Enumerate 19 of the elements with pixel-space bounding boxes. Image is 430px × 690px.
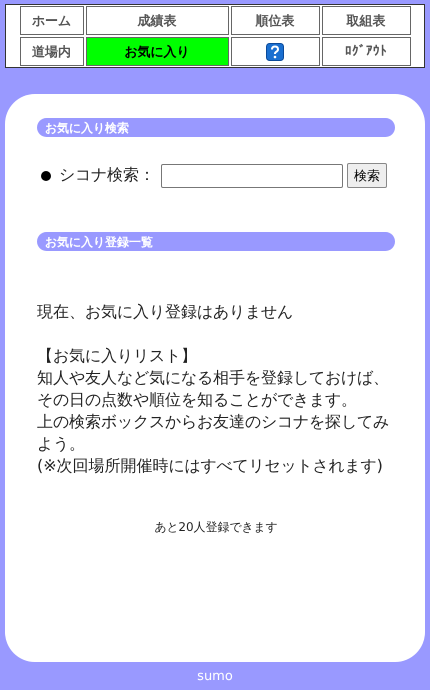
nav-tab[interactable]: 取組表	[322, 6, 410, 35]
search-field[interactable]	[161, 164, 343, 188]
info-text: 【お気に入りリスト】 知人や友人など気になる相手を登録しておけば、 その日の点数や順位を知ることができます。 上の検索ボックスからお友達のシコナを探してみよう。 (※次回場所開催時にはすべてリセットされます)	[37, 345, 390, 477]
nav-tab[interactable]: 順位表	[230, 6, 320, 35]
help-icon	[266, 42, 284, 60]
empty-message: 現在、お気に入り登録はありません	[37, 301, 294, 323]
nav-tab[interactable]: お気に入り	[86, 37, 228, 66]
search-button[interactable]: 検索	[347, 163, 387, 188]
help-tab[interactable]	[230, 37, 320, 66]
section-heading: お気に入り検索	[37, 118, 395, 137]
nav-tab[interactable]: 成績表	[86, 6, 228, 35]
search-label: シコナ検索：	[59, 165, 155, 186]
nav-tab[interactable]: ﾛｸﾞｱｳﾄ	[322, 37, 410, 66]
remaining-count: あと20人登録できます	[153, 519, 279, 536]
section-heading: お気に入り登録一覧	[37, 232, 395, 251]
nav-tab[interactable]: 道場内	[20, 37, 84, 66]
bullet-icon	[41, 170, 51, 180]
nav-tab[interactable]: ホーム	[20, 6, 84, 35]
footer-text: sumo	[197, 669, 233, 684]
